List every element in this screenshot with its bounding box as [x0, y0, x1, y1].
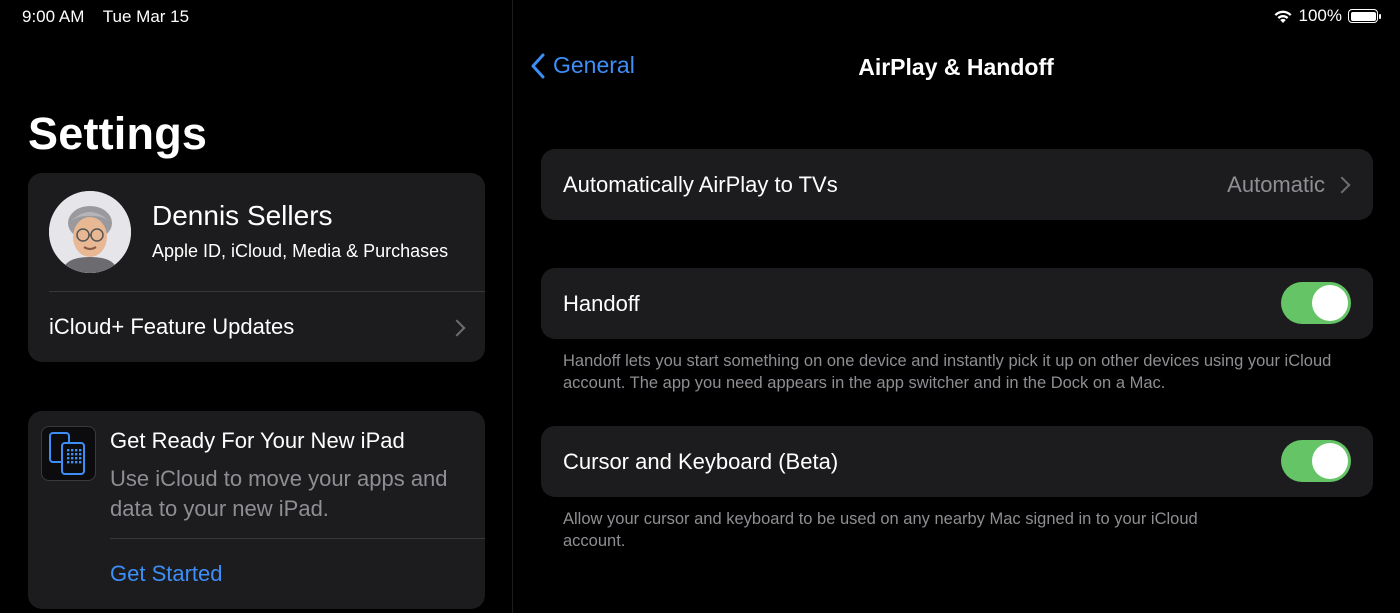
battery-icon — [1348, 9, 1381, 23]
airplay-row-label: Automatically AirPlay to TVs — [563, 172, 838, 197]
cursor-keyboard-row: Cursor and Keyboard (Beta) — [541, 426, 1373, 497]
toggle-knob — [1312, 443, 1348, 479]
cursor-keyboard-toggle[interactable] — [1281, 440, 1351, 482]
toggle-knob — [1312, 285, 1348, 321]
handoff-row-label: Handoff — [563, 291, 640, 316]
get-started-button[interactable]: Get Started — [110, 561, 223, 587]
cursor-keyboard-footer: Allow your cursor and keyboard to be use… — [563, 510, 1198, 550]
divider — [110, 538, 485, 539]
divider — [49, 291, 485, 292]
airplay-to-tvs-row[interactable]: Automatically AirPlay to TVs Automatic — [541, 149, 1373, 220]
chevron-left-icon — [531, 53, 545, 78]
battery-percent: 100% — [1298, 6, 1342, 25]
ipad-transfer-icon — [41, 426, 96, 481]
wifi-icon — [1274, 10, 1292, 23]
status-bar-right: 100% — [1273, 6, 1381, 26]
chevron-right-icon — [1333, 176, 1351, 194]
profile-name: Dennis Sellers — [152, 200, 333, 231]
profile-card[interactable]: Dennis Sellers Apple ID, iCloud, Media &… — [28, 173, 485, 362]
handoff-toggle[interactable] — [1281, 282, 1351, 324]
avatar-icon — [49, 191, 131, 273]
profile-subtitle: Apple ID, iCloud, Media & Purchases — [152, 241, 449, 261]
battery-level-fill — [1350, 11, 1376, 21]
promo-title: Get Ready For Your New iPad — [110, 428, 405, 453]
handoff-footer: Handoff lets you start something on one … — [563, 352, 1332, 392]
back-button[interactable]: General — [531, 52, 635, 79]
chevron-right-icon — [448, 319, 466, 337]
promo-description: Use iCloud to move your apps and data to… — [110, 466, 448, 521]
split-view-divider — [512, 0, 513, 613]
memoji-avatar — [49, 191, 131, 273]
airplay-row-value: Automatic — [1227, 172, 1325, 197]
handoff-row: Handoff — [541, 268, 1373, 339]
nav-title: AirPlay & Handoff — [858, 54, 1054, 80]
icloud-feature-updates-label[interactable]: iCloud+ Feature Updates — [49, 314, 294, 340]
back-button-label: General — [553, 52, 635, 78]
settings-sidebar: Settings Dennis Sellers Apple ID, iCloud… — [0, 0, 512, 613]
cursor-row-label: Cursor and Keyboard (Beta) — [563, 449, 839, 474]
new-ipad-promo-card: Get Ready For Your New iPad Use iCloud t… — [28, 411, 485, 609]
page-title: Settings — [28, 108, 208, 159]
